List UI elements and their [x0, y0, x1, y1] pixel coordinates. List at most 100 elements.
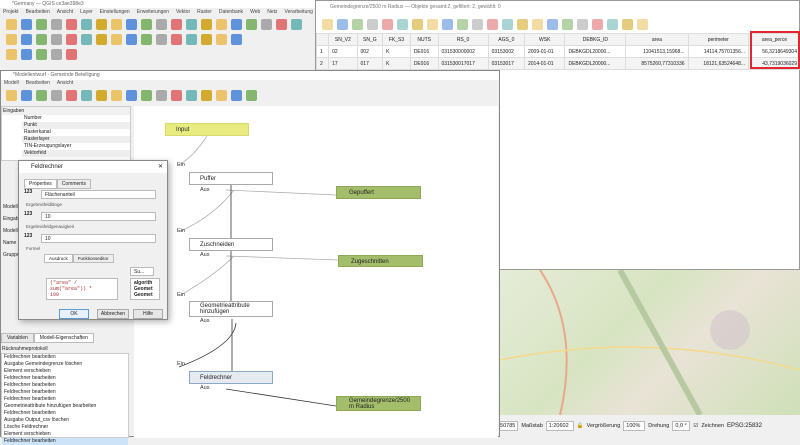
input-item[interactable]: Rasterkanal [22, 129, 130, 136]
table-cell[interactable]: 2 [317, 58, 329, 70]
toolbar-button-icon[interactable] [6, 49, 17, 60]
toolbar-button-icon[interactable] [96, 19, 107, 30]
menu-item[interactable]: Layer [80, 9, 93, 15]
undo-item[interactable]: Feldrechner bearbeiten [2, 438, 128, 445]
toolbar-button-icon[interactable] [216, 19, 227, 30]
menu-item[interactable]: Netz [267, 9, 277, 15]
toolbar-button-icon[interactable] [577, 19, 588, 30]
input-item[interactable]: Number [22, 115, 130, 122]
scale-field[interactable]: 1:20602 [546, 421, 574, 431]
formula-tab[interactable]: Ausdruck [44, 254, 73, 263]
toolbar-button-icon[interactable] [6, 19, 17, 30]
toolbar-button-icon[interactable] [216, 90, 227, 101]
table-row[interactable]: 217017KDE916031530017017031530172014-01-… [317, 58, 800, 70]
table-cell[interactable]: 2009-01-01 [524, 46, 564, 58]
toolbar-button-icon[interactable] [81, 19, 92, 30]
zoom-field[interactable]: 100% [623, 421, 645, 431]
toolbar-button-icon[interactable] [261, 19, 272, 30]
table-cell[interactable]: K [383, 58, 411, 70]
toolbar-button-icon[interactable] [532, 19, 543, 30]
undo-item[interactable]: Feldrechner bearbeiten [2, 382, 128, 389]
undo-item[interactable]: Element verschieben [2, 368, 128, 375]
dialog-tab[interactable]: Properties [24, 179, 57, 189]
toolbar-button-icon[interactable] [66, 19, 77, 30]
toolbar-button-icon[interactable] [276, 19, 287, 30]
close-icon[interactable]: ✕ [158, 163, 163, 170]
dialog-tab[interactable]: Comments [57, 179, 91, 189]
lock-icon[interactable]: 🔒 [577, 423, 584, 429]
toolbar-button-icon[interactable] [592, 19, 603, 30]
menu-item[interactable]: Vektor [176, 9, 190, 15]
toolbar-button-icon[interactable] [51, 19, 62, 30]
render-checkbox[interactable]: ☑ [693, 423, 698, 429]
toolbar-button-icon[interactable] [96, 34, 107, 45]
toolbar-button-icon[interactable] [21, 34, 32, 45]
column-header[interactable]: RS_0 [438, 34, 488, 46]
output-zugeschnitten[interactable]: Zugeschnitten [338, 255, 423, 267]
table-cell[interactable]: 2014-01-01 [524, 58, 564, 70]
column-header[interactable]: SN_G [357, 34, 383, 46]
model-canvas[interactable]: Input Ein Puffer Aus Gepuffert Ein Zusch… [134, 106, 498, 438]
toolbar-button-icon[interactable] [6, 90, 17, 101]
toolbar-button-icon[interactable] [141, 19, 152, 30]
menu-item[interactable]: Modell [4, 80, 19, 86]
rotation-field[interactable]: 0,0 ° [672, 421, 690, 431]
table-cell[interactable]: 11041513,15968... [626, 46, 688, 58]
undo-item[interactable]: Feldrechner bearbeiten [2, 354, 128, 361]
toolbar-button-icon[interactable] [427, 19, 438, 30]
toolbar-button-icon[interactable] [66, 49, 77, 60]
toolbar-button-icon[interactable] [322, 19, 333, 30]
toolbar-button-icon[interactable] [201, 34, 212, 45]
toolbar-button-icon[interactable] [502, 19, 513, 30]
toolbar-button-icon[interactable] [66, 34, 77, 45]
toolbar-button-icon[interactable] [156, 90, 167, 101]
table-cell[interactable]: DEBKGDL20000... [565, 58, 626, 70]
menu-item[interactable]: Bearbeiten [26, 9, 50, 15]
menu-item[interactable]: Datenbank [219, 9, 243, 15]
column-header[interactable]: AGS_0 [488, 34, 524, 46]
node-feldrechner[interactable]: Feldrechner [189, 371, 273, 384]
toolbar-button-icon[interactable] [21, 90, 32, 101]
menu-item[interactable]: Projekt [3, 9, 19, 15]
toolbar-button-icon[interactable] [216, 34, 227, 45]
toolbar-button-icon[interactable] [246, 19, 257, 30]
panel-tab[interactable]: Modell-Eigenschaften [34, 333, 94, 343]
table-cell[interactable]: DE916 [410, 46, 438, 58]
toolbar-button-icon[interactable] [186, 19, 197, 30]
table-cell[interactable]: 031530017017 [438, 58, 488, 70]
table-cell[interactable]: 03153017 [488, 58, 524, 70]
toolbar-button-icon[interactable] [231, 34, 242, 45]
toolbar-button-icon[interactable] [126, 90, 137, 101]
undo-item[interactable]: Ausgabe Output_csv löschen [2, 417, 128, 424]
table-cell[interactable]: K [383, 46, 411, 58]
node-geometrieattribute[interactable]: Geometrieattribute hinzufügen [189, 301, 273, 317]
toolbar-button-icon[interactable] [201, 19, 212, 30]
menu-item[interactable]: Verarbeitung [285, 9, 313, 15]
toolbar-button-icon[interactable] [186, 34, 197, 45]
formula-tab[interactable]: Funktionseditor [73, 254, 114, 263]
toolbar-button-icon[interactable] [81, 90, 92, 101]
toolbar-button-icon[interactable] [66, 90, 77, 101]
toolbar-button-icon[interactable] [352, 19, 363, 30]
menu-item[interactable]: Erweiterungen [137, 9, 169, 15]
toolbar-button-icon[interactable] [21, 19, 32, 30]
toolbar-button-icon[interactable] [637, 19, 648, 30]
table-cell[interactable]: 17 [329, 58, 357, 70]
toolbar-button-icon[interactable] [51, 34, 62, 45]
toolbar-button-icon[interactable] [6, 34, 17, 45]
column-header[interactable]: SN_V2 [329, 34, 357, 46]
toolbar-button-icon[interactable] [36, 19, 47, 30]
expression-editor[interactable]: ("area" / sum("area")) *100 [46, 278, 118, 300]
toolbar-button-icon[interactable] [96, 90, 107, 101]
function-group[interactable]: Geomet [134, 292, 156, 298]
cancel-button[interactable]: Abbrechen [97, 309, 129, 319]
menu-item[interactable]: Ansicht [57, 80, 73, 86]
column-header[interactable]: area [626, 34, 688, 46]
toolbar-button-icon[interactable] [562, 19, 573, 30]
toolbar-button-icon[interactable] [141, 90, 152, 101]
toolbar-button-icon[interactable] [36, 90, 47, 101]
table-cell[interactable]: 002 [357, 46, 383, 58]
input-item[interactable]: TIN-Erzeugungslayer [22, 143, 130, 150]
toolbar-button-icon[interactable] [487, 19, 498, 30]
table-cell[interactable]: 017 [357, 58, 383, 70]
